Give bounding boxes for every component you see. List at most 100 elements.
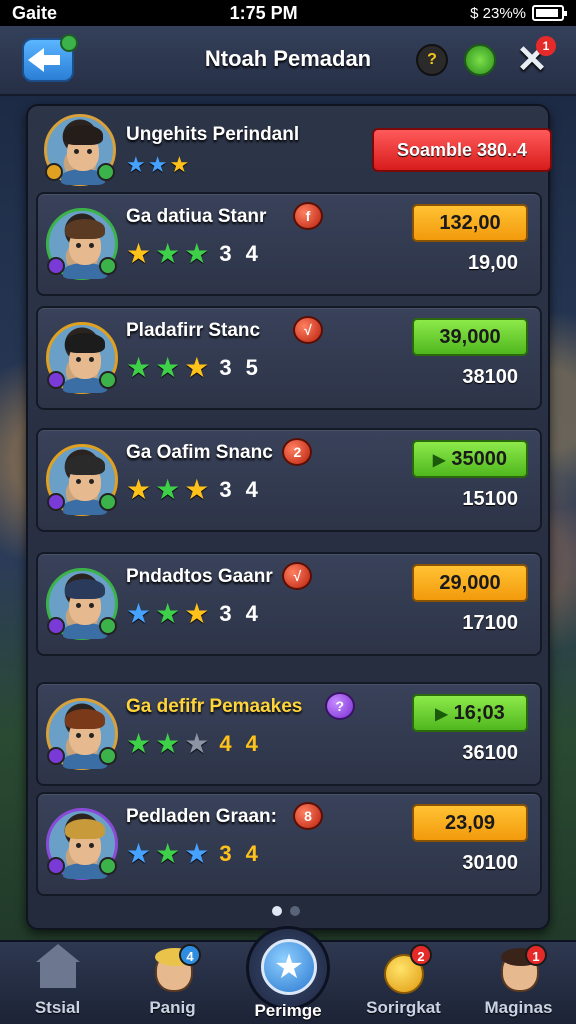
nav-item-panig[interactable]: 4 Panig	[115, 942, 230, 1024]
score-value: 16;03	[453, 702, 505, 724]
star-icon: ★	[126, 152, 146, 177]
player-name: Pladafirr Stanc	[126, 320, 261, 341]
heart-icon[interactable]: 8	[293, 802, 323, 830]
heart-icon[interactable]: ?	[324, 692, 355, 720]
player-avatar[interactable]	[46, 208, 118, 280]
header-action-button[interactable]: Soamble 380..4	[372, 128, 552, 172]
heart-icon[interactable]: √	[282, 562, 313, 590]
back-button[interactable]	[22, 34, 78, 82]
player-avatar[interactable]	[46, 444, 118, 516]
nav-label: Panig	[149, 998, 196, 1017]
heart-icon[interactable]: √	[293, 316, 323, 344]
score-value: 132,00	[439, 212, 501, 234]
score-value: 35000	[451, 448, 507, 470]
star-icon: ★	[184, 474, 210, 505]
nav-item-perimge[interactable]: ★ Perimge	[246, 926, 330, 1020]
star-icon: ★	[155, 598, 181, 629]
status-indicators: $ 23%%	[470, 5, 567, 22]
leaderboard-panel: Ungehits Perindanl ★ ★ ★ Soamble 380..4 Ga…	[26, 104, 552, 930]
home-icon	[36, 944, 80, 988]
player-name: Pndadtos Gaanr	[126, 566, 273, 587]
rating-stars: ★ ★ ★ 3 4	[126, 476, 262, 504]
nav-item-sorirgkat[interactable]: 2 Sorirgkat	[346, 942, 461, 1024]
player-name: Ga defifr Pemaakes	[126, 696, 303, 717]
player-avatar[interactable]	[46, 808, 118, 880]
rating-value: 3 4	[219, 601, 262, 626]
rating-stars: ★ ★ ★ 3 5	[126, 354, 262, 382]
nav-item-social[interactable]: Stsial	[0, 942, 115, 1024]
player-stars: ★ ★ ★	[126, 154, 189, 176]
top-bar: Ntoah Pemadan ? ✕ 1	[0, 26, 576, 96]
nav-badge: 2	[410, 944, 432, 966]
nav-label: Stsial	[34, 998, 81, 1017]
rating-value: 3 5	[219, 355, 262, 380]
bottom-nav: Stsial 4 Panig ★ Perimge 2 Sorirgkat 1 M…	[0, 926, 576, 1024]
star-icon: ★	[126, 598, 152, 629]
star-icon: ★	[126, 352, 152, 383]
player-row[interactable]: Ga Oafim Snanc 2 ★ ★ ★ 3 4 ▶ 35000 15100	[36, 428, 542, 532]
star-icon: ★	[155, 238, 181, 269]
secondary-score: 15100	[462, 488, 518, 510]
page-indicator	[272, 906, 300, 916]
close-button[interactable]: ✕ 1	[512, 36, 556, 80]
star-icon: ★	[184, 352, 210, 383]
secondary-score: 38100	[462, 366, 518, 388]
star-icon: ★	[155, 838, 181, 869]
rating-value: 3 4	[219, 477, 262, 502]
page-dot[interactable]	[290, 906, 300, 916]
player-row[interactable]: Ga datiua Stanr f ★ ★ ★ 3 4 132,00 19,00	[36, 192, 542, 296]
rating-stars: ★ ★ ★ 3 4	[126, 240, 262, 268]
nav-label: Sorirgkat	[366, 998, 441, 1017]
nav-badge: 1	[525, 944, 547, 966]
status-bar: Gaite 1:75 PM $ 23%%	[0, 0, 576, 26]
player-name: Ga datiua Stanr	[126, 206, 267, 227]
star-icon: ★	[155, 352, 181, 383]
page-dot[interactable]	[272, 906, 282, 916]
help-coin-icon[interactable]: ?	[416, 44, 448, 76]
score-button[interactable]: 23,09	[412, 804, 528, 842]
heart-icon[interactable]: 2	[282, 438, 313, 466]
score-button[interactable]: ▶ 16;03	[412, 694, 528, 732]
player-avatar[interactable]	[44, 114, 116, 186]
score-button[interactable]: 132,00	[412, 204, 528, 242]
star-icon: ★	[261, 939, 317, 995]
player-row[interactable]: Pladafirr Stanc √ ★ ★ ★ 3 5 39,000 38100	[36, 306, 542, 410]
heart-icon[interactable]: f	[293, 202, 323, 230]
player-header: Ungehits Perindanl ★ ★ ★ Soamble 380..4	[38, 112, 552, 192]
secondary-score: 30100	[462, 852, 518, 874]
player-avatar[interactable]	[46, 568, 118, 640]
secondary-score: 19,00	[467, 252, 518, 274]
player-row[interactable]: Ga defifr Pemaakes? ★ ★ ★ 4 4 ▶ 16;03 36100	[36, 682, 542, 786]
rating-stars: ★ ★ ★ 4 4	[126, 730, 262, 758]
score-button[interactable]: ▶ 35000	[412, 440, 528, 478]
player-name: Pedladen Graan:	[126, 806, 277, 827]
star-icon: ★	[126, 474, 152, 505]
player-row[interactable]: Pedladen Graan: 8 ★ ★ ★ 3 4 23,09 30100	[36, 792, 542, 896]
player-name: Ungehits Perindanl	[126, 124, 300, 145]
rating-stars: ★ ★ ★ 3 4	[126, 840, 262, 868]
notification-dot	[60, 34, 78, 52]
star-icon: ★	[126, 838, 152, 869]
clock: 1:75 PM	[229, 2, 298, 23]
star-icon: ★	[126, 728, 152, 759]
rating-value: 3 4	[219, 841, 262, 866]
score-button[interactable]: 29,000	[412, 564, 528, 602]
nav-badge: 4	[179, 944, 201, 966]
player-avatar[interactable]	[46, 698, 118, 770]
player-row[interactable]: Pndadtos Gaanr √ ★ ★ ★ 3 4 29,000 17100	[36, 552, 542, 656]
play-icon: ▶	[435, 706, 448, 723]
star-icon: ★	[184, 838, 210, 869]
star-icon: ★	[169, 152, 190, 177]
nav-item-maginas[interactable]: 1 Maginas	[461, 942, 576, 1024]
score-button[interactable]: 39,000	[412, 318, 528, 356]
star-icon: ★	[184, 728, 210, 759]
star-icon: ★	[147, 152, 168, 177]
rating-value: 4 4	[219, 731, 262, 756]
score-value: 39,000	[439, 326, 501, 348]
play-icon: ▶	[433, 452, 446, 469]
player-avatar[interactable]	[46, 322, 118, 394]
battery-icon	[532, 5, 567, 21]
nav-label: Perimge	[254, 1001, 322, 1020]
score-value: 23,09	[444, 812, 496, 834]
gem-icon[interactable]	[464, 44, 496, 76]
